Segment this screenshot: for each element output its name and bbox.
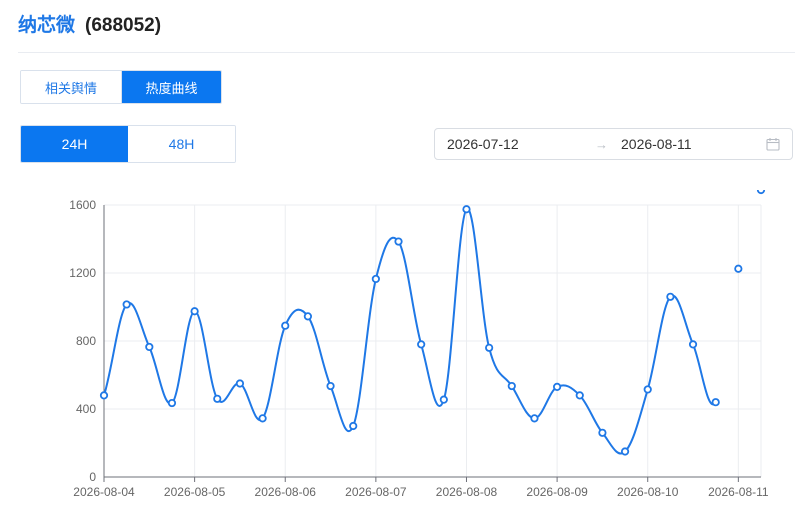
tab-related-sentiment[interactable]: 相关舆情 (21, 71, 121, 103)
x-tick-label: 2026-08-05 (164, 485, 226, 499)
data-point[interactable] (598, 428, 607, 437)
data-point[interactable] (349, 421, 358, 431)
data-point[interactable] (303, 312, 312, 321)
x-tick-label: 2026-08-11 (708, 485, 769, 499)
data-point[interactable] (417, 340, 426, 349)
data-point[interactable] (485, 343, 494, 352)
stock-code: (688052) (85, 15, 162, 36)
data-point[interactable] (235, 379, 245, 388)
calendar-icon[interactable] (766, 137, 780, 151)
data-point[interactable] (371, 274, 380, 284)
date-range-picker[interactable]: 2026-07-12 → 2026-08-11 (434, 128, 793, 160)
tab-heat-curve[interactable]: 热度曲线 (121, 71, 221, 103)
y-tick-label: 400 (76, 402, 96, 416)
content-tabs: 相关舆情 热度曲线 (20, 70, 222, 104)
data-point[interactable] (530, 414, 539, 423)
data-point[interactable] (711, 398, 720, 407)
data-point[interactable] (643, 385, 652, 394)
data-point[interactable] (326, 381, 335, 391)
data-point[interactable] (553, 382, 562, 391)
data-point[interactable] (213, 394, 222, 403)
data-point[interactable] (145, 342, 154, 352)
y-tick-label: 800 (76, 334, 96, 348)
x-tick-label: 2026-08-07 (345, 485, 407, 499)
x-tick-label: 2026-08-09 (526, 485, 588, 499)
x-tick-label: 2026-08-06 (255, 485, 317, 499)
data-point[interactable] (507, 381, 516, 391)
data-point[interactable] (666, 292, 675, 301)
start-date-input[interactable]: 2026-07-12 (447, 136, 519, 152)
data-point[interactable] (462, 205, 471, 214)
end-date-input[interactable]: 2026-08-11 (621, 136, 692, 152)
page-title: 纳芯微 (688052) (18, 10, 161, 37)
data-point[interactable] (756, 190, 766, 195)
data-point[interactable] (734, 264, 743, 273)
data-point[interactable] (394, 237, 403, 246)
y-tick-label: 0 (89, 470, 96, 484)
tab-48h[interactable]: 48H (128, 126, 235, 162)
y-tick-label: 1200 (69, 266, 96, 280)
data-point[interactable] (688, 340, 698, 349)
x-tick-label: 2026-08-04 (73, 485, 135, 499)
header-divider (18, 52, 795, 53)
data-point[interactable] (258, 414, 267, 423)
data-point[interactable] (190, 307, 199, 316)
data-point[interactable] (281, 321, 290, 330)
y-tick-label: 1600 (69, 198, 96, 212)
data-point[interactable] (575, 391, 584, 400)
data-point[interactable] (439, 395, 448, 404)
period-tabs: 24H 48H (20, 125, 236, 163)
data-point[interactable] (167, 398, 177, 408)
x-tick-label: 2026-08-08 (436, 485, 498, 499)
range-arrow-icon: → (595, 136, 608, 152)
data-point[interactable] (122, 300, 131, 309)
stock-name: 纳芯微 (18, 15, 76, 36)
heat-curve-chart: 0 400 800 1200 1600 2026-08-04 2026-08-05 2026… (69, 190, 769, 499)
x-tick-label: 2026-08-10 (617, 485, 679, 499)
data-point[interactable] (620, 447, 630, 456)
data-point[interactable] (99, 391, 109, 400)
tab-24h[interactable]: 24H (21, 126, 128, 162)
